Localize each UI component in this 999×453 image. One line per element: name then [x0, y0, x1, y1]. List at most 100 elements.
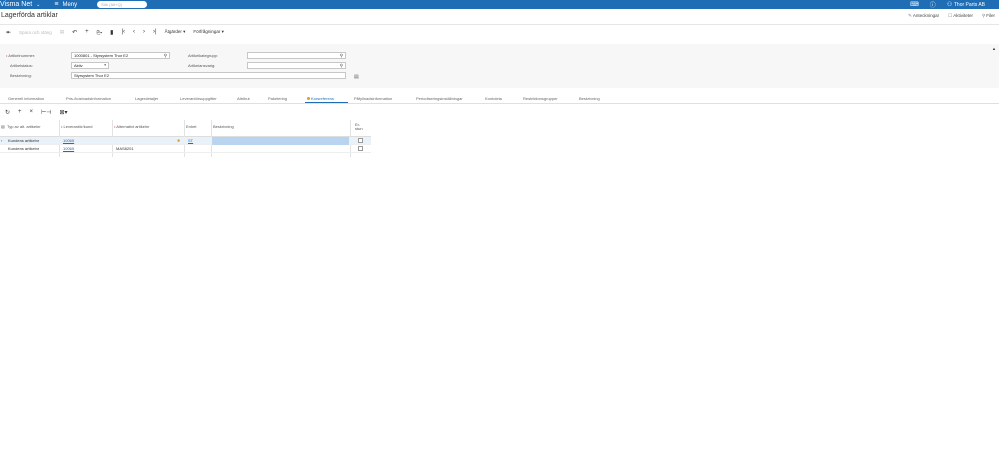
queries-dropdown[interactable]: Förfrågningar ▾ [193, 29, 224, 35]
paperclip-icon: ⚲ [981, 13, 986, 18]
copy-dropdown-icon[interactable]: ⎘▾ [97, 30, 103, 35]
tab-restriction-groups[interactable]: Restriktionsgrupper [523, 96, 558, 101]
search-icon[interactable]: ⚲ [164, 53, 167, 58]
notes-link[interactable]: ✎Anteckningar [908, 13, 939, 19]
search-icon[interactable]: ⚲ [340, 63, 343, 68]
refresh-icon[interactable]: ↻ [5, 109, 10, 116]
tab-gl-accounts[interactable]: Kontoleta [485, 96, 502, 101]
tab-deferral-settings[interactable]: Periodiseringsinställningar [416, 96, 463, 101]
responsible-label: Artikelansvarig: [188, 63, 216, 68]
col-header-expired[interactable]: Er-stun [355, 123, 363, 131]
required-star-icon: ✱ [177, 138, 181, 143]
tab-packaging[interactable]: Paketering [268, 96, 287, 101]
save-close-button[interactable]: Spara och stäng [19, 30, 52, 35]
tab-warehouse-details[interactable]: Lagerdetaljer [135, 96, 158, 101]
main-menu-label: Meny [62, 1, 78, 8]
table-row[interactable]: › Kundens artikelnr 10065 ✱ ST [0, 137, 371, 145]
actions-label: Åtgärder [164, 29, 182, 34]
chat-icon[interactable]: ⌨ [910, 1, 919, 8]
cell-type[interactable]: Kundens artikelnr [8, 138, 39, 143]
col-header-alt-item[interactable]: • Alternativt artikelnr [114, 124, 149, 129]
brand-chevron-down-icon[interactable]: ⌄ [36, 2, 40, 8]
fit-columns-icon[interactable]: ⊢⊣ [41, 109, 51, 116]
responsible-field[interactable]: ⚲ [247, 62, 346, 69]
header-divider [0, 24, 999, 25]
main-menu-button[interactable]: ≡ Meny [54, 1, 77, 8]
undo-icon[interactable]: ↶ [72, 29, 77, 36]
tab-general[interactable]: Generell information [8, 96, 44, 101]
page-header: Lagerförda artiklar ✎Anteckningar ☐Aktiv… [0, 10, 999, 23]
cell-vendor-link[interactable]: 10065 [63, 138, 74, 143]
actions-dropdown[interactable]: Åtgärder ▾ [165, 29, 186, 35]
description-label: Beskrivning: [10, 73, 32, 78]
tab-bar: Generell information Pris-/kostnadsinfor… [0, 94, 999, 104]
activities-link[interactable]: ☐Aktiviteter [948, 13, 973, 19]
cell-type[interactable]: Kundens artikelnr [8, 146, 39, 151]
export-excel-icon[interactable]: ⊠▾ [60, 109, 68, 116]
user-menu[interactable]: ⚇ Thor Parts AB [947, 1, 985, 8]
table-row[interactable]: Kundens artikelnr 10065 MAS8201 [0, 145, 371, 153]
last-record-icon[interactable]: ›| [153, 29, 157, 35]
note-icon[interactable]: ▤ [354, 74, 359, 80]
tab-attributes[interactable]: Attribut [237, 96, 250, 101]
col-header-unit[interactable]: Enhet [186, 124, 196, 129]
activities-label: Aktiviteter [953, 13, 973, 18]
collapse-caret-icon[interactable]: ▲ [992, 46, 996, 51]
global-search-input[interactable]: Sök (Alt+Q) [97, 1, 148, 8]
tab-replenishment[interactable]: Påfyllnadsinformation [354, 96, 392, 101]
user-icon: ⚇ [946, 2, 953, 8]
files-link[interactable]: ⚲Filer [982, 13, 995, 19]
header-links: ✎Anteckningar ☐Aktiviteter ⚲Filer [908, 13, 995, 19]
cross-reference-grid: ▤ Typ av alt. artikelnr • Leverantör/kun… [0, 120, 371, 157]
cell-description-selected[interactable] [212, 137, 349, 145]
save-icon[interactable]: ▤ [60, 29, 64, 35]
previous-record-icon[interactable]: ‹ [133, 29, 135, 35]
active-dot-icon [307, 97, 310, 101]
delete-icon[interactable]: ▮ [110, 29, 113, 36]
tab-vendor-details[interactable]: Leverantörsuppgifter [180, 96, 217, 101]
chevron-down-icon: ▾ [104, 63, 106, 67]
item-status-label: Artikelstatus: [10, 63, 33, 68]
current-row-arrow-icon: › [1, 138, 3, 143]
delete-row-icon[interactable]: × [30, 109, 34, 115]
description-field[interactable]: Styrsystem Thor E2 [71, 72, 346, 79]
column-settings-icon[interactable]: ▤ [1, 124, 5, 129]
add-row-icon[interactable]: + [18, 109, 22, 115]
cell-vendor-link[interactable]: 10065 [63, 146, 74, 151]
col-header-description[interactable]: Beskrivning [213, 124, 234, 129]
queries-label: Förfrågningar [193, 29, 221, 34]
expired-checkbox[interactable] [358, 146, 363, 151]
tab-description[interactable]: Beskrivning [579, 96, 600, 101]
cell-alt-item[interactable]: MAS8201 [116, 146, 134, 151]
help-icon[interactable]: ⓘ [930, 0, 936, 9]
item-status-select[interactable]: Aktiv ▾ [71, 62, 109, 69]
expired-checkbox[interactable] [358, 138, 363, 143]
back-arrow-icon[interactable]: ↞ [6, 29, 11, 36]
notes-icon: ✎ [908, 13, 912, 18]
grid-toolbar: ↻ + × ⊢⊣ ⊠▾ [0, 107, 68, 117]
grid-header: ▤ Typ av alt. artikelnr • Leverantör/kun… [0, 120, 371, 157]
top-navigation-bar: Visma Net ⌄ ≡ Meny Sök (Alt+Q) ⌨ ⓘ ⚇ Tho… [0, 0, 999, 9]
add-icon[interactable]: + [85, 29, 89, 35]
item-number-label: • Artikelnummer: [6, 53, 36, 58]
item-number-field[interactable]: 1000801 - Styrsystem Thor E2 ⚲ [71, 52, 170, 59]
item-summary-form [0, 44, 999, 88]
company-name: Thor Parts AB [953, 2, 985, 8]
hamburger-icon: ≡ [54, 1, 59, 8]
search-icon[interactable]: ⚲ [340, 53, 343, 58]
item-class-field[interactable]: ⚲ [247, 52, 346, 59]
brand-name[interactable]: Visma Net [0, 1, 32, 8]
first-record-icon[interactable]: |‹ [121, 29, 125, 35]
notes-label: Anteckningar [912, 13, 940, 18]
next-record-icon[interactable]: › [143, 29, 145, 35]
col-header-vendor[interactable]: • Leverantör/kund [61, 124, 92, 129]
cell-unit-link[interactable]: ST [188, 138, 193, 143]
tab-price-cost[interactable]: Pris-/kostnadsinformation [66, 96, 111, 101]
page-title: Lagerförda artiklar [1, 12, 58, 19]
files-label: Filer [986, 13, 995, 18]
active-tab-underline [305, 102, 348, 103]
tab-cross-reference[interactable]: Korsreferens [307, 96, 334, 101]
activities-icon: ☐ [948, 13, 953, 18]
main-toolbar: ↞ Spara och stäng ▤ ↶ + ⎘▾ ▮ |‹ ‹ › ›| Å… [0, 27, 224, 37]
col-header-type[interactable]: Typ av alt. artikelnr [7, 124, 41, 129]
